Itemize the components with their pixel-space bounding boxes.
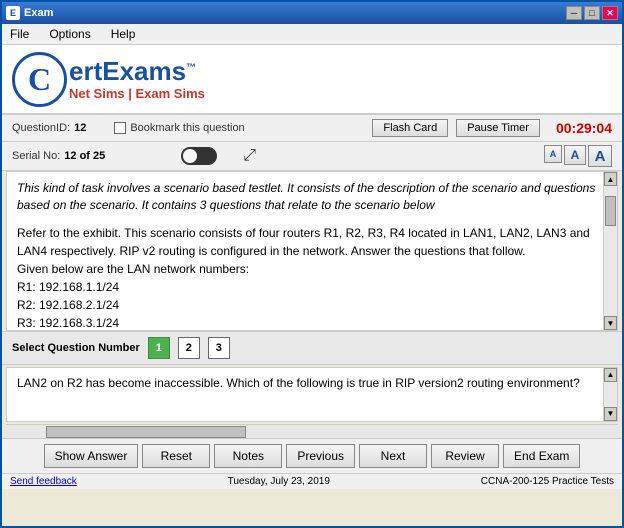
font-large-button[interactable]: A xyxy=(588,145,612,167)
scenario-text: This kind of task involves a scenario ba… xyxy=(17,180,607,214)
question-btn-2[interactable]: 2 xyxy=(178,337,200,359)
scroll-track xyxy=(604,186,617,316)
menu-help[interactable]: Help xyxy=(107,26,140,42)
end-exam-button[interactable]: End Exam xyxy=(503,444,580,468)
show-answer-button[interactable]: Show Answer xyxy=(44,444,139,468)
title-bar: E Exam ─ □ ✕ xyxy=(2,2,622,24)
serial-label: Serial No: xyxy=(12,150,60,162)
menu-file[interactable]: File xyxy=(6,26,33,42)
flashcard-button[interactable]: Flash Card xyxy=(372,119,448,137)
app-icon: E xyxy=(6,6,20,20)
status-bar: Send feedback Tuesday, July 23, 2019 CCN… xyxy=(2,473,622,489)
serial-group: Serial No: 12 of 25 xyxy=(12,150,105,162)
status-date: Tuesday, July 23, 2019 xyxy=(228,476,330,487)
title-bar-left: E Exam xyxy=(6,6,53,20)
font-medium-button[interactable]: A xyxy=(564,145,586,165)
serial-value: 12 of 25 xyxy=(64,150,105,162)
logo-area: C ertExams™ Net Sims | Exam Sims xyxy=(2,45,622,115)
reset-button[interactable]: Reset xyxy=(142,444,210,468)
pause-timer-button[interactable]: Pause Timer xyxy=(456,119,540,137)
previous-button[interactable]: Previous xyxy=(286,444,355,468)
content-area[interactable]: This kind of task involves a scenario ba… xyxy=(6,171,618,331)
logo-tagline: Net Sims | Exam Sims xyxy=(69,86,205,101)
maximize-button[interactable]: □ xyxy=(584,6,600,20)
question-scrollbar[interactable]: ▲ ▼ xyxy=(603,368,617,421)
title-controls: ─ □ ✕ xyxy=(566,6,618,20)
question-selector: Select Question Number 1 2 3 xyxy=(2,331,622,365)
scroll-down-arrow[interactable]: ▼ xyxy=(604,316,617,330)
horizontal-scrollbar[interactable] xyxy=(6,424,618,438)
q-scroll-track xyxy=(604,382,617,407)
bookmark-label: Bookmark this question xyxy=(130,122,244,134)
question-selector-label: Select Question Number xyxy=(12,342,140,354)
toggle-switch[interactable] xyxy=(181,147,217,165)
status-product: CCNA-200-125 Practice Tests xyxy=(481,476,614,487)
scroll-thumb[interactable] xyxy=(605,196,616,226)
notes-button[interactable]: Notes xyxy=(214,444,282,468)
question-text: LAN2 on R2 has become inaccessible. Whic… xyxy=(17,376,580,390)
logo-brand: ertExams™ xyxy=(69,57,205,86)
toggle-knob xyxy=(183,149,197,163)
content-body: Refer to the exhibit. This scenario cons… xyxy=(17,224,607,331)
scroll-up-arrow[interactable]: ▲ xyxy=(604,172,617,186)
question-btn-1[interactable]: 1 xyxy=(148,337,170,359)
bookmark-checkbox[interactable] xyxy=(114,122,126,134)
logo-c-letter: C xyxy=(28,63,51,95)
minimize-button[interactable]: ─ xyxy=(566,6,582,20)
question-id-group: QuestionID: 12 xyxy=(12,122,86,134)
hscroll-thumb[interactable] xyxy=(46,426,246,438)
q-scroll-up[interactable]: ▲ xyxy=(604,368,617,382)
fullscreen-icon[interactable]: ⤢ xyxy=(243,147,256,165)
info-bar-1: QuestionID: 12 Bookmark this question Fl… xyxy=(2,115,622,142)
font-size-buttons: A A A xyxy=(544,145,612,167)
window-title: Exam xyxy=(24,7,53,19)
logo-circle: C xyxy=(12,52,67,107)
vertical-scrollbar[interactable]: ▲ ▼ xyxy=(603,172,617,330)
question-area: LAN2 on R2 has become inaccessible. Whic… xyxy=(6,367,618,422)
q-scroll-down[interactable]: ▼ xyxy=(604,407,617,421)
question-btn-3[interactable]: 3 xyxy=(208,337,230,359)
menu-options[interactable]: Options xyxy=(45,26,94,42)
timer-display: 00:29:04 xyxy=(556,120,612,136)
next-button[interactable]: Next xyxy=(359,444,427,468)
main-window: E Exam ─ □ ✕ File Options Help C ertExam… xyxy=(0,0,624,528)
bottom-buttons: Show Answer Reset Notes Previous Next Re… xyxy=(2,438,622,473)
question-id-value: 12 xyxy=(74,122,86,134)
logo-tm: ™ xyxy=(186,63,196,74)
menu-bar: File Options Help xyxy=(2,24,622,45)
close-button[interactable]: ✕ xyxy=(602,6,618,20)
review-button[interactable]: Review xyxy=(431,444,499,468)
font-small-button[interactable]: A xyxy=(544,145,562,163)
logo-text-area: ertExams™ Net Sims | Exam Sims xyxy=(69,57,205,101)
bookmark-area: Bookmark this question xyxy=(114,122,244,134)
send-feedback-link[interactable]: Send feedback xyxy=(10,476,77,487)
info-bar-2: Serial No: 12 of 25 ⤢ A A A xyxy=(2,142,622,171)
question-id-label: QuestionID: xyxy=(12,122,70,134)
